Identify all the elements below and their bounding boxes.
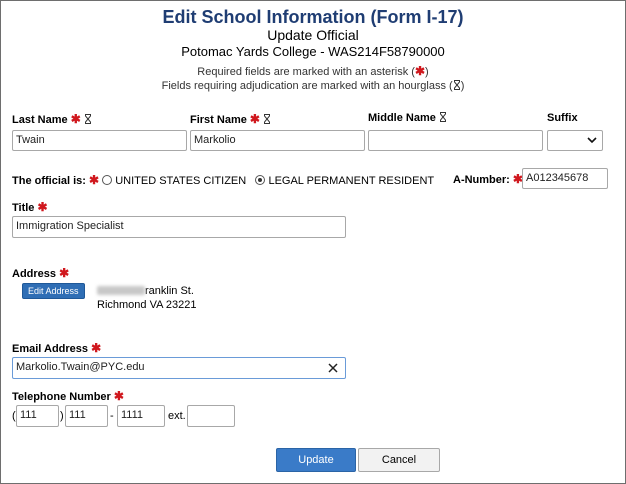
school-name: Potomac Yards College - WAS214F58790000	[181, 44, 445, 59]
telephone-label: Telephone Number ✱	[12, 389, 124, 403]
adjudication-note: Fields requiring adjudication are marked…	[161, 80, 465, 92]
asterisk-icon: ✱	[37, 200, 48, 214]
last-name-label: Last Name ✱	[12, 112, 92, 126]
redacted-text	[97, 286, 145, 295]
asterisk-icon: ✱	[249, 112, 260, 126]
page-title: Edit School Information (Form I-17)	[162, 7, 464, 27]
middle-name-input[interactable]	[368, 130, 543, 151]
suffix-label: Suffix	[547, 112, 578, 124]
citizen-radio[interactable]	[102, 175, 113, 185]
phone-dash: -	[110, 410, 114, 422]
title-label: Title ✱	[12, 200, 48, 214]
update-button[interactable]: Update	[276, 448, 356, 472]
permanent-resident-radio[interactable]	[255, 175, 266, 185]
first-name-input[interactable]: Markolio	[190, 130, 365, 151]
page-subtitle: Update Official	[267, 27, 359, 43]
asterisk-icon: ✱	[89, 173, 100, 187]
asterisk-icon: ✱	[91, 341, 102, 355]
first-name-label: First Name ✱	[190, 112, 271, 126]
permanent-resident-radio-label[interactable]: LEGAL PERMANENT RESIDENT	[268, 175, 434, 187]
asterisk-icon: ✱	[414, 64, 426, 78]
asterisk-icon: ✱	[70, 112, 81, 126]
edit-address-button[interactable]: Edit Address	[22, 283, 85, 299]
email-input[interactable]: Markolio.Twain@PYC.edu	[12, 357, 346, 379]
chevron-down-icon	[587, 137, 597, 144]
hourglass-icon	[453, 80, 460, 90]
address-line-2: Richmond VA 23221	[97, 299, 197, 311]
required-note: Required fields are marked with an aster…	[197, 64, 429, 78]
a-number-input[interactable]: A012345678	[522, 168, 608, 189]
address-label: Address ✱	[12, 266, 70, 280]
email-label: Email Address ✱	[12, 341, 102, 355]
address-line-1: ranklin St.	[97, 285, 194, 297]
middle-name-label: Middle Name	[368, 112, 447, 124]
official-status-group: The official is: ✱ UNITED STATES CITIZEN…	[12, 173, 435, 187]
clear-x-icon[interactable]	[328, 363, 338, 373]
phone-line-input[interactable]: 1111	[117, 405, 165, 427]
phone-prefix-input[interactable]: 111	[65, 405, 108, 427]
asterisk-icon: ✱	[113, 389, 124, 403]
hourglass-icon	[84, 114, 91, 124]
hourglass-icon	[439, 112, 446, 122]
cancel-button[interactable]: Cancel	[358, 448, 440, 472]
a-number-label: A-Number: ✱	[453, 172, 523, 186]
phone-area-code-input[interactable]: 111	[16, 405, 59, 427]
close-paren: )	[60, 410, 64, 422]
citizen-radio-label[interactable]: UNITED STATES CITIZEN	[115, 175, 246, 187]
title-input[interactable]: Immigration Specialist	[12, 216, 346, 238]
ext-label: ext.	[168, 410, 186, 422]
last-name-input[interactable]: Twain	[12, 130, 187, 151]
hourglass-icon	[264, 114, 271, 124]
asterisk-icon: ✱	[59, 266, 70, 280]
suffix-select[interactable]	[547, 130, 603, 151]
phone-ext-input[interactable]	[187, 405, 235, 427]
